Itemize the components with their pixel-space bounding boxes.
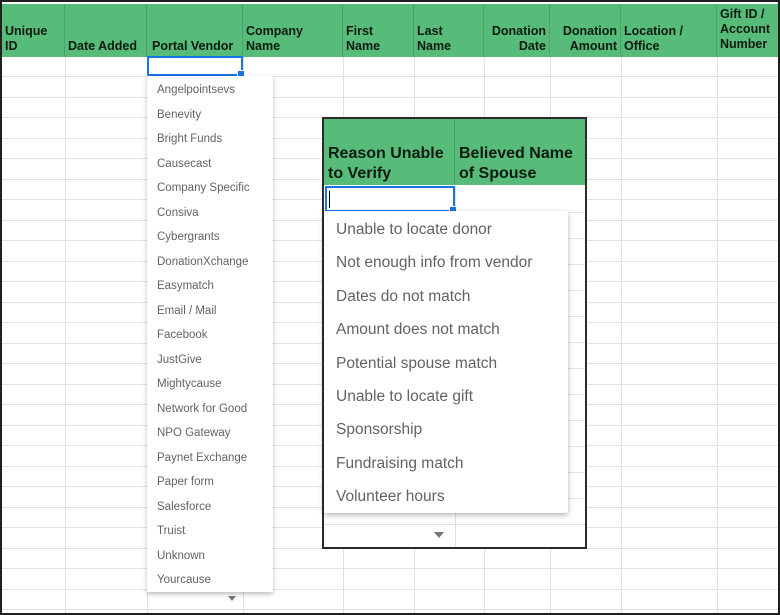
vendor-option[interactable]: Company Specific: [147, 176, 273, 201]
header-portal-vendor[interactable]: Portal Vendor: [147, 4, 243, 57]
vendor-option[interactable]: Facebook: [147, 323, 273, 348]
reason-option[interactable]: Unable to locate donor: [324, 213, 568, 246]
vendor-option[interactable]: Truist: [147, 519, 273, 544]
header-reason-unable-to-verify[interactable]: Reason Unable to Verify: [324, 119, 455, 185]
reason-option[interactable]: Volunteer hours: [324, 480, 568, 513]
vendor-option[interactable]: Yourcause: [147, 568, 273, 593]
header-last-name[interactable]: Last Name: [414, 4, 484, 57]
vendor-option[interactable]: NPO Gateway: [147, 421, 273, 446]
vendor-option[interactable]: JustGive: [147, 348, 273, 373]
portal-vendor-selected-cell[interactable]: [147, 56, 245, 78]
vendor-option[interactable]: Unknown: [147, 544, 273, 569]
vendor-option[interactable]: Bright Funds: [147, 127, 273, 152]
vendor-option[interactable]: Salesforce: [147, 495, 273, 520]
vendor-option[interactable]: Benevity: [147, 103, 273, 128]
vendor-dropdown-arrow-icon[interactable]: [228, 596, 236, 601]
vendor-option[interactable]: Angelpointsevs: [147, 78, 273, 103]
screenshot-frame: Unique ID Date Added Portal Vendor Compa…: [0, 0, 780, 615]
vendor-option[interactable]: Paynet Exchange: [147, 446, 273, 471]
reason-option[interactable]: Fundraising match: [324, 447, 568, 480]
header-believed-name-of-spouse[interactable]: Believed Name of Spouse: [455, 119, 585, 185]
reason-dropdown: Unable to locate donor Not enough info f…: [324, 211, 568, 513]
header-donation-date[interactable]: Donation Date: [484, 4, 550, 57]
vendor-option[interactable]: Email / Mail: [147, 299, 273, 324]
reason-option[interactable]: Potential spouse match: [324, 347, 568, 380]
vendor-option[interactable]: Causecast: [147, 152, 273, 177]
vendor-option[interactable]: Mightycause: [147, 372, 273, 397]
header-gift-id[interactable]: Gift ID / Account Number: [717, 4, 778, 57]
vendor-option[interactable]: Consiva: [147, 201, 273, 226]
vendor-option[interactable]: Easymatch: [147, 274, 273, 299]
reason-selected-cell[interactable]: [325, 186, 457, 214]
vendor-option[interactable]: Paper form: [147, 470, 273, 495]
header-donation-amount[interactable]: Donation Amount: [550, 4, 621, 57]
header-company-name[interactable]: Company Name: [243, 4, 343, 57]
header-unique-id[interactable]: Unique ID: [2, 4, 65, 57]
reason-option[interactable]: Dates do not match: [324, 280, 568, 313]
header-row: Unique ID Date Added Portal Vendor Compa…: [2, 4, 778, 57]
portal-vendor-dropdown: Angelpointsevs Benevity Bright Funds Cau…: [147, 76, 273, 592]
reason-option[interactable]: Unable to locate gift: [324, 380, 568, 413]
reason-dropdown-arrow-icon[interactable]: [434, 532, 444, 538]
header-first-name[interactable]: First Name: [343, 4, 414, 57]
header-date-added[interactable]: Date Added: [65, 4, 147, 57]
header-location-office[interactable]: Location / Office: [621, 4, 717, 57]
vendor-option[interactable]: Cybergrants: [147, 225, 273, 250]
reason-option[interactable]: Not enough info from vendor: [324, 246, 568, 279]
vendor-option[interactable]: DonationXchange: [147, 250, 273, 275]
reason-option[interactable]: Sponsorship: [324, 413, 568, 446]
vendor-option[interactable]: Network for Good: [147, 397, 273, 422]
inset-header-row: Reason Unable to Verify Believed Name of…: [324, 119, 585, 185]
reason-option[interactable]: Amount does not match: [324, 313, 568, 346]
